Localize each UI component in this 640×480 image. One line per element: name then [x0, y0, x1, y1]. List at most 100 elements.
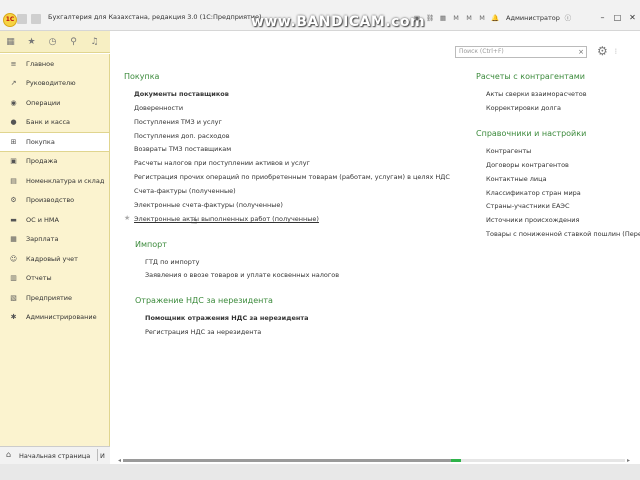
sidebar-item-label: Администрирование — [26, 313, 97, 322]
sidebar-item-hr[interactable]: ☺ Кадровый учет — [0, 249, 109, 269]
section-title-settlements: Расчеты с контрагентами — [476, 72, 585, 81]
sidebar-item-salary[interactable]: ▦ Зарплата — [0, 230, 109, 250]
gear-icon: ⚙ — [10, 196, 17, 205]
link-countries-classifier[interactable]: Классификатор стран мира — [486, 189, 581, 197]
history-icon[interactable]: ◷ — [47, 37, 58, 47]
link-vat-assistant[interactable]: Помощник отражения НДС за нерезидента — [145, 314, 309, 322]
title-toolbar — [17, 14, 41, 24]
link-e-invoices-received[interactable]: Электронные счета-фактуры (полученные) — [134, 201, 283, 209]
link-tax-calculations[interactable]: Расчеты налогов при поступлении активов … — [134, 159, 310, 167]
sidebar-item-production[interactable]: ⚙ Производство — [0, 191, 109, 211]
bell-icon[interactable]: ♫ — [89, 37, 100, 47]
clear-icon[interactable]: × — [578, 47, 584, 57]
calculator-icon[interactable]: ▦ — [438, 13, 448, 23]
star-icon[interactable]: ★ — [26, 37, 37, 47]
watermark: www.BANDICAM.com — [251, 14, 426, 30]
sidebar-item-manager[interactable]: ↗ Руководителю — [0, 74, 109, 94]
sidebar-item-label: Номенклатура и склад — [26, 176, 105, 185]
maximize-button[interactable]: □ — [610, 12, 625, 24]
link-goods-receipts[interactable]: Поступления ТМЗ и услуг — [134, 118, 222, 126]
sales-icon: ▣ — [10, 157, 17, 166]
sidebar-item-label: Отчеты — [26, 274, 52, 283]
link-powers-of-attorney[interactable]: Доверенности — [134, 104, 183, 112]
scroll-right-icon[interactable]: ▸ — [627, 457, 630, 464]
scroll-thumb[interactable] — [123, 459, 451, 462]
link-debt-adjustments[interactable]: Корректировки долга — [486, 104, 561, 112]
link-other-operations-vat[interactable]: Регистрация прочих операций по приобрете… — [134, 173, 450, 181]
back-icon[interactable] — [31, 14, 41, 24]
sidebar-item-bank[interactable]: ● Банк и касса — [0, 113, 109, 133]
link-vat-registration[interactable]: Регистрация НДС за нерезидента — [145, 328, 261, 336]
info-icon[interactable]: ⓘ — [563, 13, 573, 23]
settings-icon: ✱ — [10, 313, 17, 322]
sidebar-item-sales[interactable]: ▣ Продажа — [0, 152, 109, 172]
link-contacts[interactable]: Контактные лица — [486, 175, 547, 183]
mouse-cursor-icon: ☝ — [191, 216, 198, 227]
sidebar-item-operations[interactable]: ◉ Операции — [0, 93, 109, 113]
memory-minus-icon[interactable]: M — [477, 13, 487, 23]
scroll-left-icon[interactable]: ◂ — [118, 457, 121, 464]
link-supplier-returns[interactable]: Возвраты ТМЗ поставщикам — [134, 145, 231, 153]
section-title-reference: Справочники и настройки — [476, 129, 587, 138]
warehouse-icon: ▤ — [10, 176, 17, 185]
sidebar-item-label: ОС и НМА — [26, 215, 59, 224]
sidebar-item-fixed-assets[interactable]: ▬ ОС и НМА — [0, 210, 109, 230]
gear-icon[interactable]: ⚙ — [597, 44, 608, 58]
link-import-applications[interactable]: Заявления о ввозе товаров и уплате косве… — [145, 271, 339, 279]
sidebar-item-label: Зарплата — [26, 235, 59, 244]
app-logo-icon: 1С — [3, 13, 17, 27]
truck-icon: ▬ — [10, 215, 17, 224]
cart-icon: ⊞ — [10, 137, 17, 146]
main-panel: Поиск (Ctrl+F) × ⚙ ⋮ Покупка Документы п… — [111, 31, 640, 451]
link-counterparties[interactable]: Контрагенты — [486, 147, 531, 155]
link-invoices-received[interactable]: Счета-фактуры (полученные) — [134, 187, 236, 195]
link-reconciliation-acts[interactable]: Акты сверки взаиморасчетов — [486, 90, 587, 98]
sidebar-item-label: Руководителю — [26, 79, 76, 88]
close-button[interactable]: ✕ — [625, 12, 640, 24]
menu-icon[interactable] — [17, 14, 27, 24]
sidebar-item-label: Главное — [26, 59, 55, 68]
search-icon[interactable]: ⚲ — [68, 37, 79, 47]
link-customs-declarations[interactable]: ГТД по импорту — [145, 258, 200, 266]
window-controls: – □ ✕ — [595, 12, 640, 24]
taskbar-strip — [0, 464, 640, 480]
section-title-purchase: Покупка — [124, 72, 160, 81]
sidebar-item-warehouse[interactable]: ▤ Номенклатура и склад — [0, 171, 109, 191]
sidebar-item-enterprise[interactable]: ▧ Предприятие — [0, 288, 109, 308]
home-icon[interactable]: ⌂ — [6, 450, 11, 459]
minimize-button[interactable]: – — [595, 12, 610, 24]
notification-icon[interactable]: 🔔 — [490, 13, 500, 23]
link-additional-expenses[interactable]: Поступления доп. расходов — [134, 132, 230, 140]
link-eaeu-countries[interactable]: Страны-участники ЕАЭС — [486, 202, 570, 210]
sidebar-item-label: Производство — [26, 196, 75, 205]
title-bar: 1С Бухгалтерия для Казахстана, редакция … — [0, 0, 640, 31]
more-icon[interactable]: ⋮ — [613, 48, 619, 55]
save-icon[interactable]: ▣ — [412, 13, 422, 23]
link-origin-sources[interactable]: Источники происхождения — [486, 216, 579, 224]
person-icon: ☺ — [9, 254, 18, 263]
search-input[interactable]: Поиск (Ctrl+F) × — [455, 46, 587, 58]
home-page-tab[interactable]: Начальная страница — [19, 452, 90, 460]
coin-icon: ● — [10, 118, 17, 127]
tab-divider — [97, 449, 98, 461]
memory-plus-icon[interactable]: M — [464, 13, 474, 23]
sidebar-item-label: Продажа — [26, 157, 58, 166]
horizontal-scrollbar[interactable]: ◂ ▸ — [118, 457, 630, 464]
memory-icon[interactable]: M — [451, 13, 461, 23]
sidebar-item-label: Банк и касса — [26, 118, 71, 127]
link-supplier-documents[interactable]: Документы поставщиков — [134, 90, 229, 98]
sidebar-item-purchase[interactable]: ⊞ Покупка — [0, 132, 109, 152]
open-window-tab[interactable]: И — [100, 452, 105, 460]
trend-icon: ↗ — [10, 79, 17, 88]
link-reduced-duty-goods[interactable]: Товары с пониженной ставкой пошлин (Пере — [486, 230, 640, 238]
grid-icon[interactable]: ▦ — [5, 37, 16, 47]
sidebar-item-reports[interactable]: ▥ Отчеты — [0, 269, 109, 289]
favorite-star-icon[interactable]: ★ — [124, 214, 130, 222]
user-name[interactable]: Администратор — [506, 14, 560, 22]
link-e-acts-received[interactable]: Электронные акты выполненных работ (полу… — [134, 215, 319, 223]
section-title-nonresident-vat: Отражение НДС за нерезидента — [135, 296, 273, 305]
sidebar-item-admin[interactable]: ✱ Администрирование — [0, 308, 109, 328]
link-icon[interactable]: ⛓ — [425, 13, 435, 23]
sidebar-item-main[interactable]: ≡ Главное — [0, 54, 109, 74]
link-contracts[interactable]: Договоры контрагентов — [486, 161, 569, 169]
